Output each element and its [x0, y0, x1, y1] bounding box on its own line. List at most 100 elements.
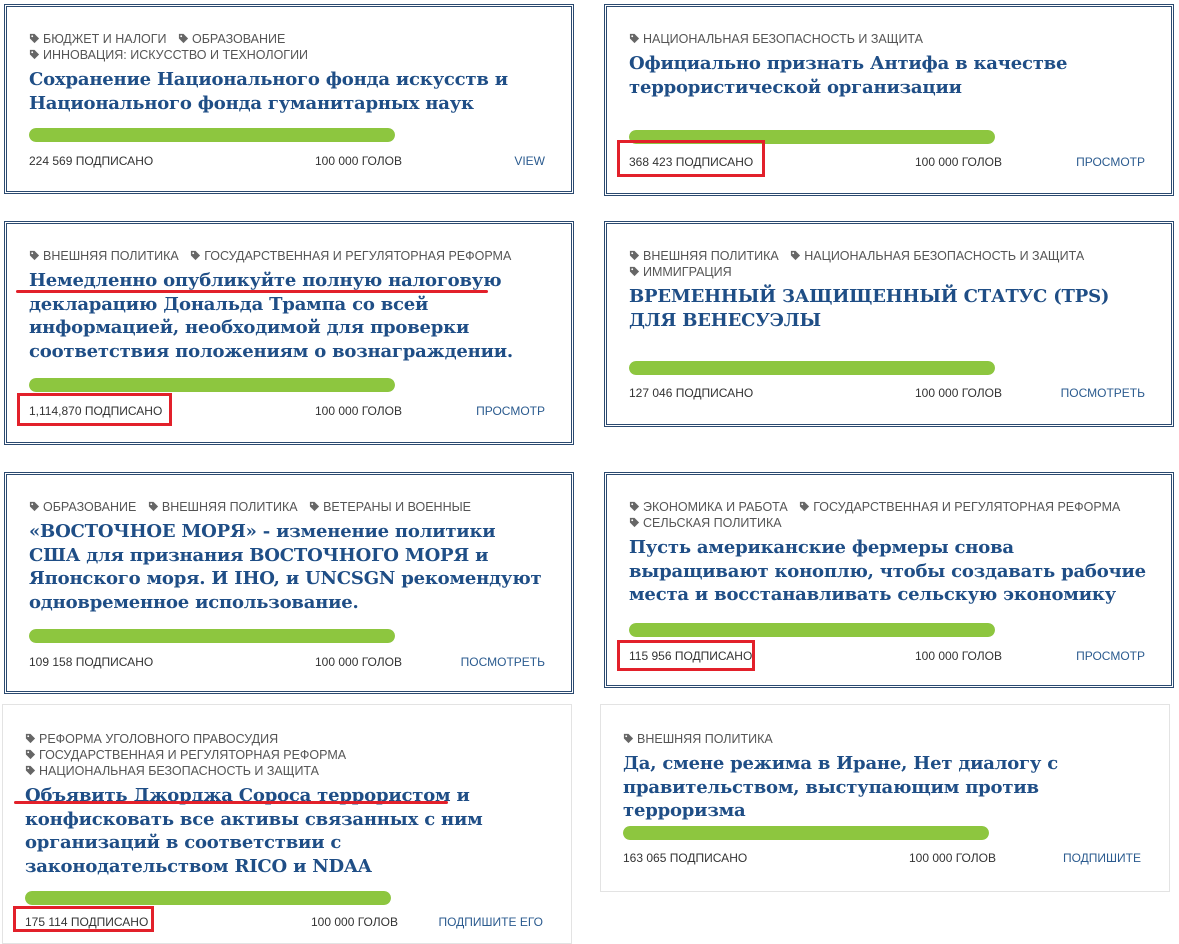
signature-goal: 100 000 ГОЛОВ: [915, 649, 1002, 663]
signature-goal: 100 000 ГОЛОВ: [915, 386, 1002, 400]
tag[interactable]: ГОСУДАРСТВЕННАЯ И РЕГУЛЯТОРНАЯ РЕФОРМА: [25, 747, 346, 763]
tag-list: ЭКОНОМИКА И РАБОТА ГОСУДАРСТВЕННАЯ И РЕГ…: [629, 499, 1149, 531]
tag-label: НАЦИОНАЛЬНАЯ БЕЗОПАСНОСТЬ И ЗАЩИТА: [39, 764, 319, 778]
tag-icon: [25, 765, 36, 776]
highlight-underline: [16, 290, 488, 293]
progress-fill: [29, 378, 395, 392]
tag[interactable]: ИННОВАЦИЯ: ИСКУССТВО И ТЕХНОЛОГИИ: [29, 47, 308, 63]
tag-icon: [29, 250, 40, 261]
tag[interactable]: НАЦИОНАЛЬНАЯ БЕЗОПАСНОСТЬ И ЗАЩИТА: [25, 763, 319, 779]
progress-fill: [623, 826, 989, 840]
tag[interactable]: ВНЕШНЯЯ ПОЛИТИКА: [29, 248, 179, 264]
progress-fill: [629, 623, 995, 637]
tag[interactable]: НАЦИОНАЛЬНАЯ БЕЗОПАСНОСТЬ И ЗАЩИТА: [790, 248, 1084, 264]
signature-goal: 100 000 ГОЛОВ: [909, 851, 996, 865]
tag-icon: [791, 250, 801, 261]
tag-label: ГОСУДАРСТВЕННАЯ И РЕГУЛЯТОРНАЯ РЕФОРМА: [813, 500, 1121, 514]
tag[interactable]: ОБРАЗОВАНИЕ: [178, 31, 285, 47]
view-link[interactable]: ПОСМОТРЕТЬ: [1061, 386, 1145, 400]
progress-bar: [29, 378, 395, 392]
tag-list: ВНЕШНЯЯ ПОЛИТИКА ГОСУДАРСТВЕННАЯ И РЕГУЛ…: [29, 248, 549, 264]
tag-icon: [191, 250, 201, 261]
signature-count: 163 065 ПОДПИСАНО: [623, 851, 748, 865]
tag-label: ГОСУДАРСТВЕННАЯ И РЕГУЛЯТОРНАЯ РЕФОРМА: [39, 748, 347, 762]
tag-label: ВЕТЕРАНЫ И ВОЕННЫЕ: [323, 500, 472, 514]
tag[interactable]: ВНЕШНЯЯ ПОЛИТИКА: [629, 248, 779, 264]
progress-fill: [629, 361, 995, 375]
progress-bar: [629, 623, 995, 637]
progress-bar: [623, 826, 989, 840]
highlight-box: [17, 393, 172, 426]
tag-label: НАЦИОНАЛЬНАЯ БЕЗОПАСНОСТЬ И ЗАЩИТА: [804, 249, 1085, 263]
tag-icon: [800, 501, 810, 512]
tag-list: РЕФОРМА УГОЛОВНОГО ПРАВОСУДИЯ ГОСУДАРСТВ…: [25, 731, 549, 779]
tag-icon: [29, 49, 40, 60]
signature-count: 224 569 ПОДПИСАНО: [29, 154, 154, 168]
tag-label: НАЦИОНАЛЬНАЯ БЕЗОПАСНОСТЬ И ЗАЩИТА: [643, 32, 923, 46]
tag-label: РЕФОРМА УГОЛОВНОГО ПРАВОСУДИЯ: [39, 732, 279, 746]
tag-icon: [629, 501, 640, 512]
petition-title[interactable]: Официально признать Антифа в качестве те…: [629, 52, 1149, 99]
tag-icon: [623, 733, 634, 744]
view-link[interactable]: ПРОСМОТР: [476, 404, 545, 418]
view-link[interactable]: ПРОСМОТР: [1076, 155, 1145, 169]
tag[interactable]: СЕЛЬСКАЯ ПОЛИТИКА: [629, 515, 782, 531]
petition-card-1[interactable]: БЮДЖЕТ И НАЛОГИ ОБРАЗОВАНИЕ ИННОВАЦИЯ: И…: [4, 4, 574, 194]
tag-list: БЮДЖЕТ И НАЛОГИ ОБРАЗОВАНИЕ ИННОВАЦИЯ: И…: [29, 31, 549, 63]
petition-card-8[interactable]: ВНЕШНЯЯ ПОЛИТИКА Да, смене режима в Иран…: [600, 704, 1170, 892]
petition-card-4[interactable]: ВНЕШНЯЯ ПОЛИТИКА НАЦИОНАЛЬНАЯ БЕЗОПАСНОС…: [604, 221, 1174, 427]
progress-bar: [29, 629, 395, 643]
progress-bar: [629, 361, 995, 375]
tag-icon: [629, 33, 640, 44]
tag[interactable]: ЭКОНОМИКА И РАБОТА: [629, 499, 788, 515]
tag-icon: [148, 501, 158, 512]
tag[interactable]: ВНЕШНЯЯ ПОЛИТИКА: [148, 499, 298, 515]
tag-icon: [29, 501, 40, 512]
tag[interactable]: ОБРАЗОВАНИЕ: [29, 499, 136, 515]
tag[interactable]: БЮДЖЕТ И НАЛОГИ: [29, 31, 167, 47]
tag-list: НАЦИОНАЛЬНАЯ БЕЗОПАСНОСТЬ И ЗАЩИТА: [629, 31, 1149, 47]
tag[interactable]: ВЕТЕРАНЫ И ВОЕННЫЕ: [309, 499, 471, 515]
highlight-box: [13, 906, 154, 932]
petition-title[interactable]: Да, смене режима в Иране, Нет диалогу с …: [623, 752, 1147, 823]
progress-fill: [29, 629, 395, 643]
progress-fill: [25, 891, 391, 905]
progress-fill: [29, 128, 395, 142]
view-link[interactable]: ПРОСМОТР: [1076, 649, 1145, 663]
tag-list: ВНЕШНЯЯ ПОЛИТИКА НАЦИОНАЛЬНАЯ БЕЗОПАСНОС…: [629, 248, 1149, 280]
tag[interactable]: ГОСУДАРСТВЕННАЯ И РЕГУЛЯТОРНАЯ РЕФОРМА: [190, 248, 511, 264]
petition-title[interactable]: Объявить Джорджа Сороса террористом и ко…: [25, 784, 549, 878]
petition-title[interactable]: Немедленно опубликуйте полную налоговую …: [29, 269, 549, 363]
tag[interactable]: ИММИГРАЦИЯ: [629, 264, 732, 280]
petition-title[interactable]: ВРЕМЕННЫЙ ЗАЩИЩЕННЫЙ СТАТУС (TPS) ДЛЯ ВЕ…: [629, 285, 1149, 332]
highlight-box: [617, 640, 755, 671]
tag-label: ИННОВАЦИЯ: ИСКУССТВО И ТЕХНОЛОГИИ: [43, 48, 309, 62]
signature-goal: 100 000 ГОЛОВ: [315, 655, 402, 669]
tag-icon: [178, 33, 189, 44]
signature-goal: 100 000 ГОЛОВ: [311, 915, 398, 929]
view-link[interactable]: ПОСМОТРЕТЬ: [461, 655, 545, 669]
tag-label: ВНЕШНЯЯ ПОЛИТИКА: [637, 732, 773, 746]
highlight-box: [617, 140, 765, 177]
tag-label: СЕЛЬСКАЯ ПОЛИТИКА: [643, 516, 782, 530]
tag[interactable]: ГОСУДАРСТВЕННАЯ И РЕГУЛЯТОРНАЯ РЕФОРМА: [799, 499, 1120, 515]
tag-label: ОБРАЗОВАНИЕ: [43, 500, 137, 514]
tag[interactable]: НАЦИОНАЛЬНАЯ БЕЗОПАСНОСТЬ И ЗАЩИТА: [629, 31, 923, 47]
petition-title[interactable]: Сохранение Национального фонда искусств …: [29, 68, 549, 115]
tag[interactable]: ВНЕШНЯЯ ПОЛИТИКА: [623, 731, 773, 747]
view-link[interactable]: ПОДПИШИТЕ ЕГО: [438, 915, 543, 929]
tag[interactable]: РЕФОРМА УГОЛОВНОГО ПРАВОСУДИЯ: [25, 731, 278, 747]
signature-goal: 100 000 ГОЛОВ: [315, 154, 402, 168]
petition-title[interactable]: «ВОСТОЧНОЕ МОРЯ» - изменение политики СШ…: [29, 520, 549, 614]
tag-label: ОБРАЗОВАНИЕ: [192, 32, 286, 46]
tag-icon: [25, 749, 36, 760]
highlight-underline: [14, 801, 448, 804]
petition-card-5[interactable]: ОБРАЗОВАНИЕ ВНЕШНЯЯ ПОЛИТИКА ВЕТЕРАНЫ И …: [4, 472, 574, 694]
signature-goal: 100 000 ГОЛОВ: [915, 155, 1002, 169]
tag-icon: [629, 250, 640, 261]
view-link[interactable]: ПОДПИШИТЕ: [1063, 851, 1141, 865]
petition-title[interactable]: Пусть американские фермеры снова выращив…: [629, 536, 1149, 607]
view-link[interactable]: VIEW: [514, 154, 545, 168]
progress-bar: [29, 128, 395, 142]
tag-icon: [25, 733, 36, 744]
